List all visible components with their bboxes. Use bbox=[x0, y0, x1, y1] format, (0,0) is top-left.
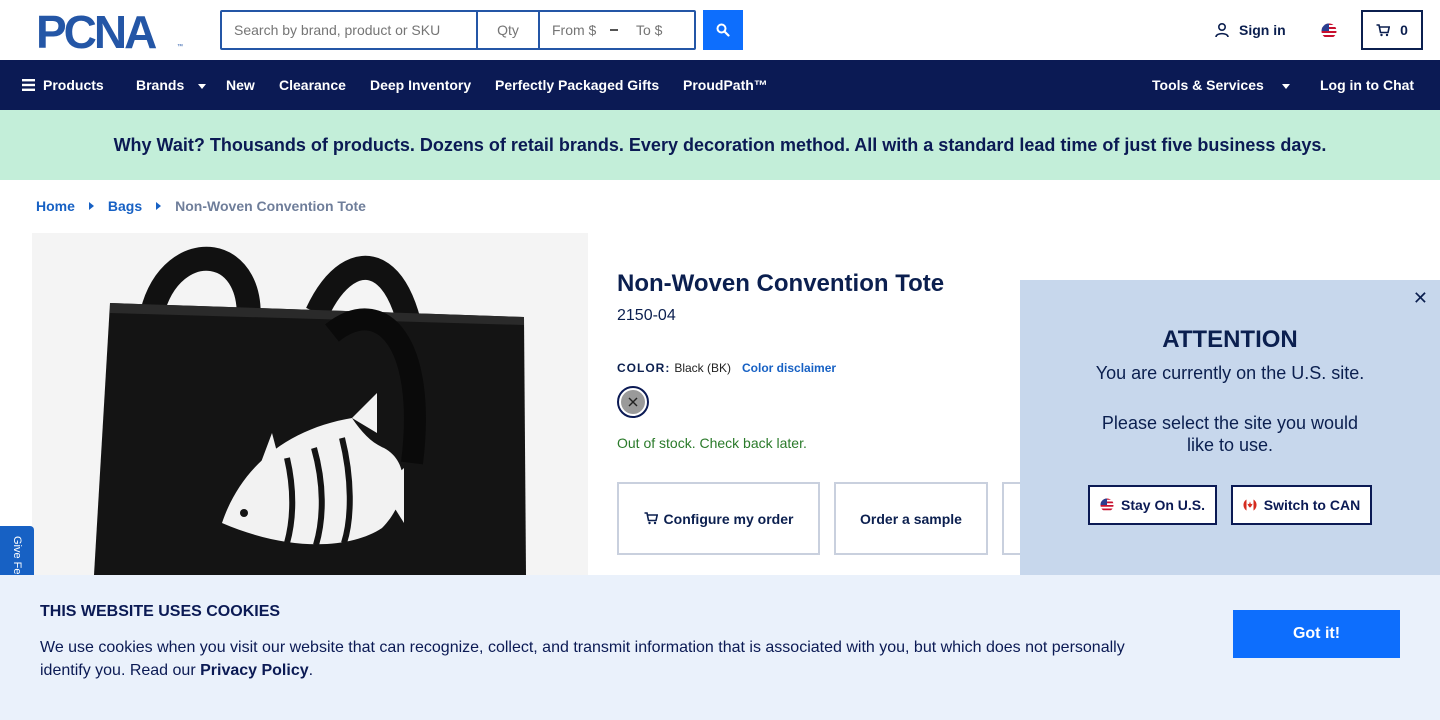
qty-input[interactable] bbox=[478, 12, 540, 48]
chevron-down-icon bbox=[198, 83, 207, 89]
chevron-down-icon bbox=[1281, 83, 1290, 89]
color-swatch-black[interactable] bbox=[617, 386, 649, 418]
switch-can-button[interactable]: Switch to CAN bbox=[1231, 485, 1372, 525]
nav-brands-label: Brands bbox=[136, 77, 185, 93]
price-to-input[interactable] bbox=[624, 13, 694, 47]
cookie-banner: THIS WEBSITE USES COOKIES We use cookies… bbox=[0, 575, 1440, 720]
nav-new-label: New bbox=[226, 77, 255, 93]
breadcrumb: Home Bags Non-Woven Convention Tote bbox=[36, 198, 366, 214]
main-nav: Products Brands New Clearance Deep Inven… bbox=[0, 60, 1440, 110]
modal-instructions: Please select the site you would like to… bbox=[1101, 413, 1359, 455]
nav-brands[interactable]: Brands bbox=[136, 60, 207, 110]
price-range bbox=[540, 12, 694, 48]
breadcrumb-home[interactable]: Home bbox=[36, 198, 75, 214]
caret-right-icon bbox=[88, 202, 94, 210]
nav-tools-label: Tools & Services bbox=[1152, 77, 1264, 93]
tote-bag-image bbox=[94, 246, 526, 575]
pcna-logo[interactable]: PCNA ™ bbox=[36, 6, 186, 58]
nav-tools-services[interactable]: Tools & Services bbox=[1152, 60, 1290, 110]
cookie-text: We use cookies when you visit our websit… bbox=[40, 636, 1150, 682]
breadcrumb-current: Non-Woven Convention Tote bbox=[175, 198, 366, 214]
promo-banner: Why Wait? Thousands of products. Dozens … bbox=[0, 110, 1440, 180]
sign-in-link[interactable]: Sign in bbox=[1214, 22, 1286, 38]
us-flag-icon bbox=[1100, 498, 1114, 512]
cookie-title: THIS WEBSITE USES COOKIES bbox=[40, 603, 281, 620]
switch-can-label: Switch to CAN bbox=[1263, 497, 1361, 513]
accept-cookies-button[interactable]: Got it! bbox=[1233, 610, 1400, 658]
nav-gifts[interactable]: Perfectly Packaged Gifts bbox=[495, 60, 659, 110]
stock-status: Out of stock. Check back later. bbox=[617, 435, 807, 451]
nav-new[interactable]: New bbox=[226, 60, 255, 110]
configure-order-button[interactable]: Configure my order bbox=[617, 482, 820, 555]
site-header: PCNA ™ Sign in bbox=[0, 0, 1440, 60]
price-from-input[interactable] bbox=[540, 13, 610, 47]
pcna-logo-mark: PCNA ™ bbox=[36, 6, 183, 58]
user-icon bbox=[1215, 22, 1229, 38]
feedback-label: Give Feedback bbox=[11, 536, 23, 576]
close-icon[interactable]: ✕ bbox=[1413, 288, 1428, 309]
color-label: COLOR: bbox=[617, 361, 671, 375]
cart-count: 0 bbox=[1400, 22, 1408, 38]
nav-gifts-label: Perfectly Packaged Gifts bbox=[495, 77, 660, 93]
nav-proudpath[interactable]: ProudPath™ bbox=[683, 60, 768, 110]
promo-text: Why Wait? Thousands of products. Dozens … bbox=[113, 134, 1327, 155]
nav-proudpath-label: ProudPath™ bbox=[683, 77, 768, 93]
logo-wordmark: PCNA bbox=[36, 10, 156, 52]
nav-chat-login[interactable]: Log in to Chat bbox=[1320, 60, 1414, 110]
cart-icon bbox=[1376, 23, 1391, 36]
color-row: COLOR: Black (BK) Color disclaimer bbox=[617, 361, 836, 375]
search-button[interactable] bbox=[703, 10, 743, 50]
close-icon bbox=[628, 397, 638, 407]
nav-products-label: Products bbox=[43, 77, 104, 93]
nav-clearance-label: Clearance bbox=[279, 77, 346, 93]
price-range-dash bbox=[610, 29, 618, 31]
breadcrumb-bags[interactable]: Bags bbox=[108, 198, 142, 214]
canada-flag-icon bbox=[1243, 498, 1257, 512]
stay-us-label: Stay On U.S. bbox=[1120, 497, 1206, 513]
nav-chat-label: Log in to Chat bbox=[1320, 77, 1415, 93]
cookie-body-end: . bbox=[308, 662, 314, 679]
privacy-policy-link[interactable]: Privacy Policy bbox=[200, 662, 309, 679]
color-disclaimer-link[interactable]: Color disclaimer bbox=[742, 361, 836, 375]
sign-in-label: Sign in bbox=[1239, 22, 1286, 38]
product-image[interactable] bbox=[32, 233, 588, 575]
nav-products[interactable]: Products bbox=[22, 60, 104, 110]
caret-right-icon bbox=[156, 202, 162, 210]
svg-text:™: ™ bbox=[177, 43, 183, 50]
site-select-modal: ✕ ATTENTION You are currently on the U.S… bbox=[1020, 280, 1440, 575]
us-flag-icon[interactable] bbox=[1321, 23, 1337, 39]
configure-order-label: Configure my order bbox=[663, 510, 794, 527]
cart-icon bbox=[644, 512, 658, 525]
nav-deep-inventory-label: Deep Inventory bbox=[370, 77, 472, 93]
search-input[interactable] bbox=[222, 12, 478, 48]
search-bar bbox=[220, 10, 696, 50]
order-sample-label: Order a sample bbox=[860, 510, 962, 527]
product-title: Non-Woven Convention Tote bbox=[617, 270, 945, 297]
menu-icon bbox=[22, 79, 35, 91]
order-sample-button[interactable]: Order a sample bbox=[834, 482, 988, 555]
product-sku: 2150-04 bbox=[617, 307, 676, 324]
swatch-unavailable bbox=[621, 390, 645, 414]
stay-us-button[interactable]: Stay On U.S. bbox=[1088, 485, 1217, 525]
nav-deep-inventory[interactable]: Deep Inventory bbox=[370, 60, 471, 110]
cart-button[interactable]: 0 bbox=[1361, 10, 1423, 50]
modal-current-site: You are currently on the U.S. site. bbox=[1095, 363, 1365, 383]
feedback-tab[interactable]: Give Feedback bbox=[0, 526, 34, 576]
color-value: Black (BK) bbox=[674, 361, 732, 375]
modal-title: ATTENTION bbox=[1162, 326, 1298, 353]
search-icon bbox=[716, 23, 730, 37]
nav-clearance[interactable]: Clearance bbox=[279, 60, 346, 110]
